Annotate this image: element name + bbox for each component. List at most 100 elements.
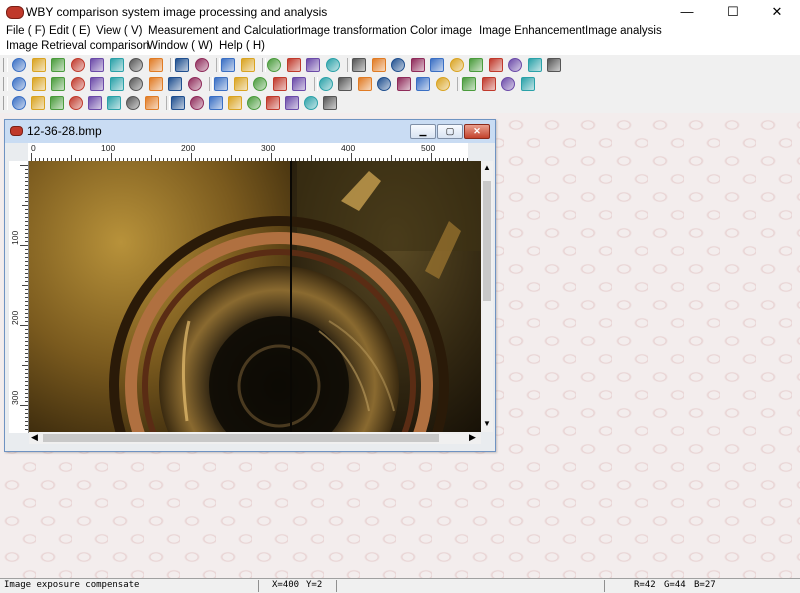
text-icon[interactable] [285,96,299,110]
vertical-scrollbar[interactable]: ▲ ▼ [481,161,493,432]
poly-select-icon[interactable] [88,96,102,110]
cut-icon[interactable] [267,58,281,72]
wave-icon[interactable] [272,77,287,91]
zoom-icon[interactable] [175,58,189,72]
sync-icon[interactable] [51,58,65,72]
menu-edit[interactable]: Edit ( E) [49,25,91,37]
flip-icon[interactable] [338,77,352,91]
horizontal-scroll-thumb[interactable] [43,434,439,442]
polygon-icon[interactable] [247,96,261,110]
eye-icon[interactable] [377,77,391,91]
doc-close-button[interactable]: ✕ [464,124,490,139]
hist-icon[interactable] [410,58,425,72]
minimize-button[interactable]: — [664,0,710,24]
camera-icon[interactable] [109,58,124,72]
document-titlebar[interactable]: 12-36-28.bmp ▁ ▢ ✕ [5,120,495,143]
moon-icon[interactable] [168,77,182,91]
image-document-window[interactable]: 12-36-28.bmp ▁ ▢ ✕ 0 100 200 300 400 500… [4,119,496,452]
menu-image-analysis[interactable]: Image analysis [585,25,662,37]
blank-icon[interactable] [233,77,248,91]
line-icon[interactable] [171,96,185,110]
rectangle-icon[interactable] [209,96,223,110]
move-icon[interactable] [145,96,159,110]
select-icon[interactable] [488,58,503,72]
new-icon[interactable] [12,58,26,72]
menu-window[interactable]: Window ( W) [147,40,213,52]
close-button[interactable]: ✕ [754,0,800,24]
delete-icon[interactable] [325,58,340,72]
grid-icon[interactable] [371,58,386,72]
ellipse-select-icon[interactable] [69,96,83,110]
pointer-help-icon[interactable] [520,77,535,91]
scroll-right-icon[interactable]: ▶ [469,432,476,443]
comparison-image-canvas[interactable] [29,161,481,432]
mdi-workspace[interactable]: 12-36-28.bmp ▁ ▢ ✕ 0 100 200 300 400 500… [0,113,800,578]
doc-restore-button[interactable]: ▢ [437,124,463,139]
menu-image-enhancement[interactable]: Image Enhancement [479,25,585,37]
vertical-scroll-thumb[interactable] [483,181,491,301]
tools-icon[interactable] [352,58,366,72]
measure-icon[interactable] [304,96,318,110]
window-icon[interactable] [396,77,411,91]
doc-minimize-button[interactable]: ▁ [410,124,436,139]
toolbar-grip[interactable] [3,77,8,91]
horizontal-scrollbar[interactable]: ◀ ▶ [29,432,481,444]
maximize-button[interactable]: ☐ [710,0,756,24]
save-icon[interactable] [148,58,163,72]
target-icon[interactable] [292,77,306,91]
heart-icon[interactable] [266,96,280,110]
sparkle-icon[interactable] [148,77,163,91]
cascade-icon[interactable] [435,77,450,91]
dropdown-icon[interactable] [194,58,209,72]
stack-icon[interactable] [318,77,333,91]
menu-file[interactable]: File ( F) [6,25,46,37]
triangle-icon[interactable] [469,58,483,72]
scroll-up-icon[interactable]: ▲ [483,163,491,172]
contour-icon[interactable] [449,58,464,72]
scroll-down-icon[interactable]: ▼ [483,419,491,428]
palette-icon[interactable] [527,58,542,72]
arrow-icon[interactable] [12,96,26,110]
toolbar-grip[interactable] [3,58,8,72]
menu-image-transformation[interactable]: Image transformation [298,25,407,37]
brightness-icon[interactable] [51,77,65,91]
menu-view[interactable]: View ( V) [96,25,142,37]
menu-color-image[interactable]: Color image [410,25,472,37]
free-select-icon[interactable] [107,96,121,110]
record-icon[interactable] [416,77,430,91]
bulb-icon[interactable] [31,77,46,91]
menu-help[interactable]: Help ( H) [219,40,265,52]
question-icon[interactable] [501,77,515,91]
paste-icon[interactable] [306,58,320,72]
undo-icon[interactable] [221,58,235,72]
arrange-icon[interactable] [481,77,496,91]
circle-icon[interactable] [508,58,522,72]
image-icon[interactable] [547,58,561,72]
diamond-icon[interactable] [357,77,372,91]
pencil-icon[interactable] [190,96,204,110]
magic-wand-icon[interactable] [126,96,140,110]
folder-icon[interactable] [70,58,85,72]
tile-icon[interactable] [462,77,476,91]
gradient-icon[interactable] [12,77,26,91]
menu-measurement[interactable]: Measurement and Calculation [148,25,301,37]
yellow-icon[interactable] [70,77,85,91]
angle-icon[interactable] [323,96,337,110]
menu-image-retrieval[interactable]: Image Retrieval comparison [6,40,149,52]
toolbar-grip[interactable] [3,96,8,110]
rect-select-icon[interactable] [50,96,64,110]
redo-icon[interactable] [240,58,255,72]
drop-icon[interactable] [214,77,228,91]
open-icon[interactable] [31,58,46,72]
scroll-left-icon[interactable]: ◀ [31,432,38,443]
colors-icon[interactable] [430,58,444,72]
print-icon[interactable] [129,58,143,72]
graph-icon[interactable] [253,77,267,91]
layers-icon[interactable] [391,58,405,72]
dark-icon[interactable] [109,77,124,91]
chart-icon[interactable] [187,77,202,91]
lasso-icon[interactable] [31,96,45,110]
bar-icon[interactable] [129,77,143,91]
ellipse-icon[interactable] [228,96,242,110]
copy-icon[interactable] [286,58,301,72]
